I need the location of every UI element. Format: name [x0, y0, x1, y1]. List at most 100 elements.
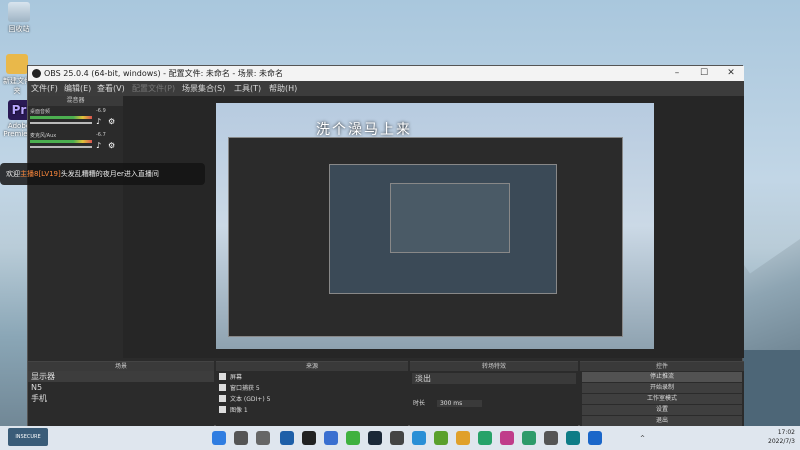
settings-button[interactable]: 设置	[582, 405, 742, 415]
app-icon[interactable]	[412, 431, 426, 445]
channel-db: -6.9	[96, 108, 106, 114]
gear-icon[interactable]: ⚙	[108, 142, 116, 150]
menu-help[interactable]: 帮助(H)	[269, 81, 297, 96]
menu-view[interactable]: 查看(V)	[97, 81, 125, 96]
app-icon[interactable]	[434, 431, 448, 445]
app-icon[interactable]	[544, 431, 558, 445]
controls-dock: 控件 停止推流 开始录制 工作室模式 设置 退出	[580, 361, 744, 427]
channel-name: 桌面音频	[30, 109, 51, 115]
nested-obs-window	[228, 137, 623, 337]
folder-icon	[6, 54, 28, 74]
sources-dock: 来源 屏幕 窗口捕获 5 文本 (GDI+) 5 图像 1	[216, 361, 408, 427]
chat-welcome-message: 欢迎主播8[LV19]头发乱糟糟的夜月er进入直播间	[0, 163, 205, 185]
mixer-panel: 混音器 桌面音频 -6.9 ♪ ⚙ 麦克风/Aux -6.7 ♪ ⚙	[28, 96, 123, 356]
menu-bar: 文件(F) 编辑(E) 查看(V) 配置文件(P) 场景集合(S) 工具(T) …	[28, 81, 744, 96]
app-icon[interactable]	[500, 431, 514, 445]
volume-slider[interactable]	[30, 122, 92, 124]
app-icon[interactable]	[566, 431, 580, 445]
scene-item[interactable]: 手机	[28, 393, 214, 404]
source-item[interactable]: 窗口捕获 5	[216, 382, 408, 393]
studio-mode-button[interactable]: 工作室模式	[582, 394, 742, 404]
speaker-icon[interactable]: ♪	[96, 118, 104, 126]
mixer-channel-desktop: 桌面音频 -6.9 ♪ ⚙	[30, 108, 120, 130]
source-item[interactable]: 图像 1	[216, 404, 408, 415]
taskbar-widget[interactable]: INSECURE	[8, 428, 48, 446]
tray-chevron-icon[interactable]: ^	[640, 435, 645, 442]
stop-streaming-button[interactable]: 停止推流	[582, 372, 742, 382]
preview-overlay-text: 洗个澡马上来	[316, 122, 412, 138]
window-icon	[219, 384, 226, 391]
chat-user: 主播8[LV19]	[20, 170, 61, 178]
clock-date[interactable]: 2022/7/3	[755, 438, 795, 445]
app-icon[interactable]	[588, 431, 602, 445]
preview-area[interactable]: 洗个澡马上来	[123, 96, 744, 358]
transitions-header: 转场特效	[410, 362, 578, 371]
volume-meter	[30, 140, 92, 143]
close-icon[interactable]: ✕	[718, 66, 744, 81]
source-label: 文本 (GDI+) 5	[230, 396, 271, 403]
app-icon[interactable]	[346, 431, 360, 445]
windows-start-icon[interactable]	[212, 431, 226, 445]
source-item[interactable]: 屏幕	[216, 371, 408, 382]
app-icon[interactable]	[390, 431, 404, 445]
volume-slider[interactable]	[30, 146, 92, 148]
widget-label: INSECURE	[15, 434, 41, 440]
scenes-header: 场景	[28, 362, 214, 371]
transition-select[interactable]: 淡出	[412, 373, 576, 384]
desktop-icon-recycle-bin[interactable]: 回收站	[2, 2, 36, 34]
menu-edit[interactable]: 编辑(E)	[64, 81, 91, 96]
sources-header: 来源	[216, 362, 408, 371]
obs-taskbar-icon[interactable]	[302, 431, 316, 445]
gear-icon[interactable]: ⚙	[108, 118, 116, 126]
chat-text: 头发乱糟糟的夜月er进入直播间	[60, 170, 159, 178]
source-label: 屏幕	[230, 374, 243, 381]
source-label: 窗口捕获 5	[230, 385, 260, 392]
menu-profile[interactable]: 配置文件(P)	[132, 81, 175, 96]
obs-window: OBS 25.0.4 (64-bit, windows) - 配置文件: 未命名…	[27, 65, 744, 427]
menu-scene-collection[interactable]: 场景集合(S)	[182, 81, 225, 96]
text-icon	[219, 395, 226, 402]
channel-name: 麦克风/Aux	[30, 133, 57, 139]
task-view-icon[interactable]	[256, 431, 270, 445]
monitor-icon	[219, 373, 226, 380]
app-icon[interactable]	[478, 431, 492, 445]
start-recording-button[interactable]: 开始录制	[582, 383, 742, 393]
volume-meter	[30, 116, 92, 119]
nested-obs-preview	[329, 164, 557, 294]
speaker-icon[interactable]: ♪	[96, 142, 104, 150]
app-icon[interactable]	[522, 431, 536, 445]
source-item[interactable]: 文本 (GDI+) 5	[216, 393, 408, 404]
minimize-icon[interactable]: –	[664, 66, 690, 81]
steam-icon[interactable]	[368, 431, 382, 445]
obs-logo-icon	[32, 69, 41, 78]
duration-input[interactable]: 300 ms	[436, 400, 483, 407]
duration-label: 时长	[413, 400, 426, 407]
scenes-dock: 场景 显示器 N5 手机	[28, 361, 214, 427]
controls-header: 控件	[580, 362, 744, 371]
chat-prefix: 欢迎	[6, 170, 20, 178]
window-title: OBS 25.0.4 (64-bit, windows) - 配置文件: 未命名…	[44, 69, 284, 78]
transitions-dock: 转场特效 淡出 时长 300 ms	[410, 361, 578, 427]
scene-item[interactable]: N5	[28, 382, 214, 393]
mixer-header: 混音器	[28, 96, 123, 106]
image-icon	[219, 406, 226, 413]
app-icon[interactable]	[280, 431, 294, 445]
app-icon[interactable]	[324, 431, 338, 445]
taskbar: ^ 17:02 2022/7/3	[0, 426, 800, 450]
duration-row: 时长 300 ms	[410, 398, 578, 409]
desktop-icon-label: 回收站	[8, 25, 30, 33]
source-label: 图像 1	[230, 407, 248, 414]
exit-button[interactable]: 退出	[582, 416, 742, 426]
preview-screen: 洗个澡马上来	[216, 103, 654, 349]
title-bar[interactable]: OBS 25.0.4 (64-bit, windows) - 配置文件: 未命名…	[28, 66, 744, 81]
scene-item[interactable]: 显示器	[28, 371, 214, 382]
maximize-icon[interactable]: ☐	[691, 66, 717, 81]
app-icon[interactable]	[456, 431, 470, 445]
menu-tools[interactable]: 工具(T)	[234, 81, 261, 96]
mixer-channel-mic: 麦克风/Aux -6.7 ♪ ⚙	[30, 132, 120, 154]
clock-time[interactable]: 17:02	[765, 429, 795, 436]
nested-obs-preview-2	[390, 183, 510, 253]
channel-db: -6.7	[96, 132, 106, 138]
search-icon[interactable]	[234, 431, 248, 445]
menu-file[interactable]: 文件(F)	[31, 81, 58, 96]
